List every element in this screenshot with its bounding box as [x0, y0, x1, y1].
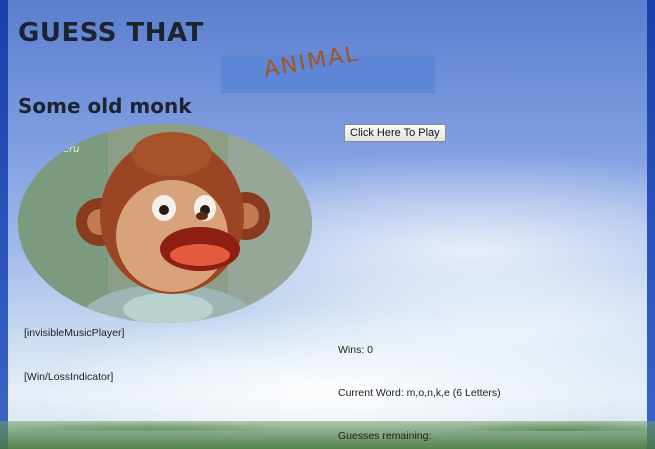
music-player-placeholder: [invisibleMusicPlayer]: [24, 327, 125, 339]
win-loss-indicator: [Win/LossIndicator]: [24, 371, 114, 383]
hint-image: VPeru: [18, 124, 312, 323]
right-edge: [647, 0, 655, 449]
hint-heading: Some old monk: [18, 94, 192, 118]
guesses-remaining: Guesses remaining:: [338, 430, 432, 442]
image-watermark: VPeru: [50, 144, 80, 155]
page-title: GUESS THAT: [18, 18, 204, 48]
background-ground: [0, 421, 655, 449]
play-button[interactable]: Click Here To Play: [344, 124, 446, 142]
wins-counter: Wins: 0: [338, 344, 374, 356]
left-edge: [0, 0, 8, 449]
current-word: Current Word: m,o,n,k,e (6 Letters): [338, 387, 501, 399]
